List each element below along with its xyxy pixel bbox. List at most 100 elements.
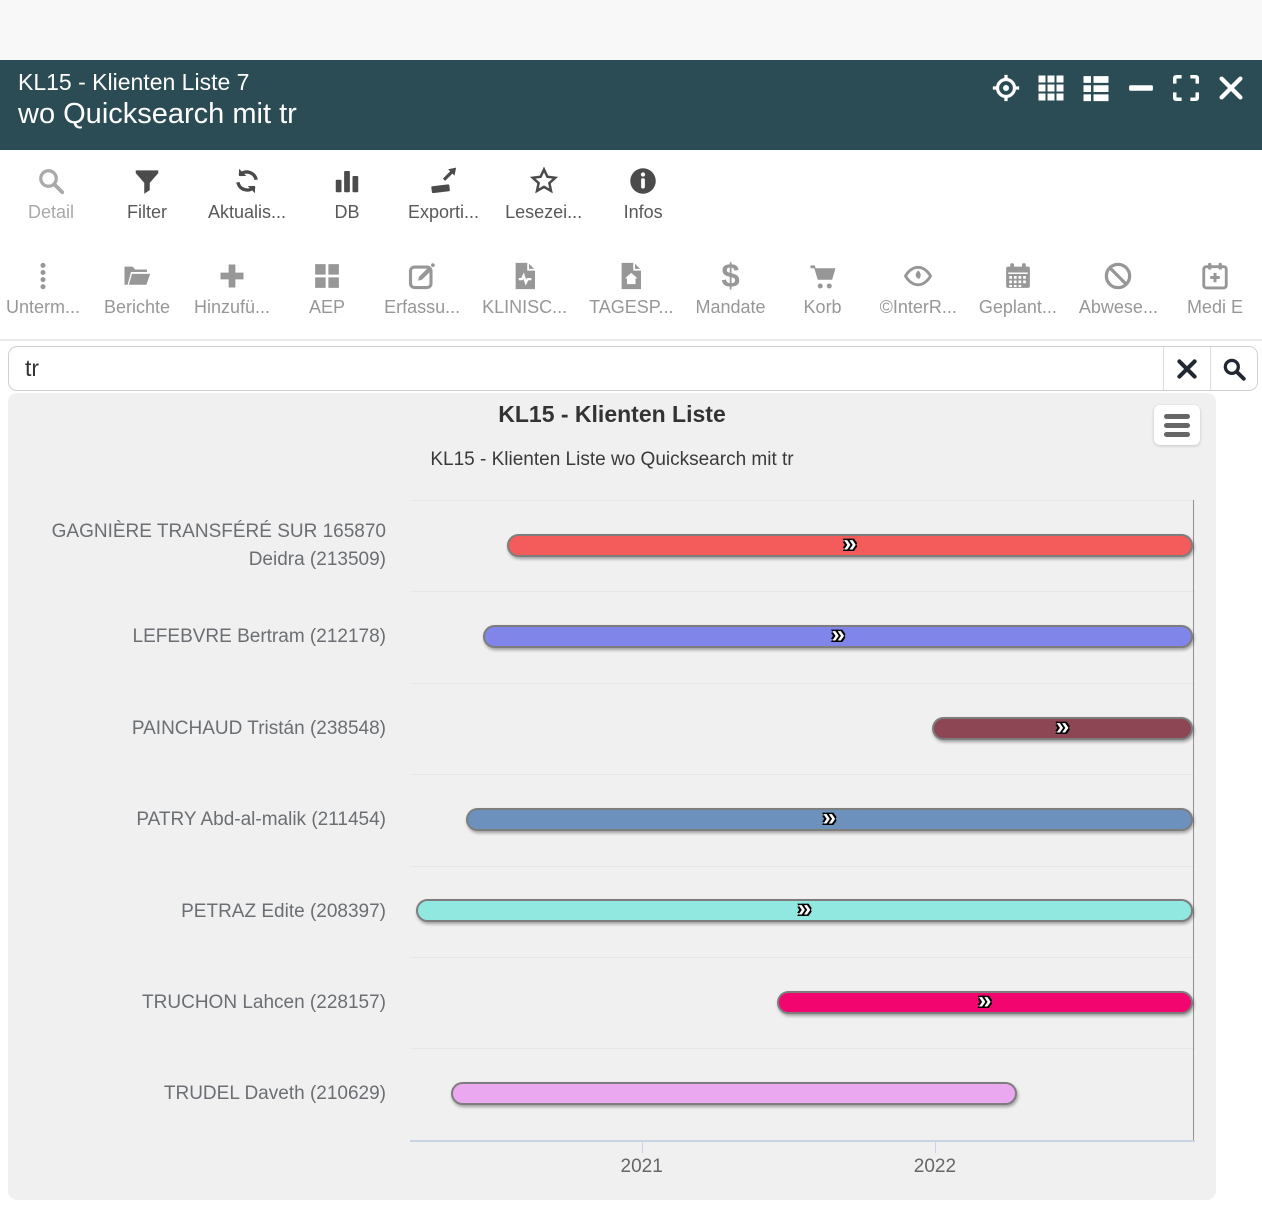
toolbar-item-label: Mandate [696,297,766,318]
maximize-icon[interactable] [1171,73,1201,103]
x-axis-tick-label: 2022 [890,1156,980,1178]
search-row [0,340,1262,394]
toolbar-item-label: KLINISC... [482,297,567,318]
calendar-plus-icon [1200,260,1230,292]
file-home-icon [616,260,646,292]
toolbar-item-berichte[interactable]: Berichte [102,260,172,318]
gridline-horizontal [410,1048,1195,1049]
clear-icon [1174,356,1200,382]
gridline-horizontal [410,591,1195,592]
toolbar-item-interr[interactable]: ©InterR... [880,260,957,318]
toolbar-item-exporti[interactable]: Exporti... [408,165,479,223]
calendar-icon [1003,260,1033,292]
toolbar-item-label: Hinzufü... [194,297,270,318]
toolbar-item-label: Geplant... [979,297,1057,318]
chart-panel: KL15 - Klienten Liste KL15 - Klienten Li… [8,393,1216,1200]
gantt-row-label: TRUDEL Daveth (210629) [8,1048,386,1139]
toolbar-item-label: DB [335,202,360,223]
toolbar-item-label: Lesezei... [505,202,582,223]
target-icon[interactable] [991,73,1021,103]
toolbar-secondary: Unterm... Berichte Hinzufü... AEP Erfassu...… [0,245,1262,340]
x-axis-tick [935,1142,936,1153]
gantt-plot: 2021 2022 GAGNIÈRE TRANSFÉRÉ SUR 165870Dei… [8,393,1216,1200]
gantt-bar[interactable] [416,899,1193,922]
gridline-horizontal [410,683,1195,684]
minimize-icon[interactable] [1126,73,1156,103]
folder-open-icon [122,260,152,292]
toolbar-item-lesezei[interactable]: Lesezei... [505,165,582,223]
bar-chart-icon [332,165,362,197]
toolbar-item-label: Berichte [104,297,170,318]
clear-search-button[interactable] [1163,347,1210,390]
toolbar-item-label: Erfassu... [384,297,460,318]
toolbar-item-tagesp[interactable]: TAGESP... [589,260,673,318]
toolbar-item-db[interactable]: DB [312,165,382,223]
gantt-bar[interactable] [451,1082,1017,1105]
gridline-horizontal [410,774,1195,775]
gantt-bar[interactable] [466,808,1193,831]
toolbar-item-label: TAGESP... [589,297,673,318]
export-icon [429,165,459,197]
eye-icon [903,260,933,292]
gantt-row-label: GAGNIÈRE TRANSFÉRÉ SUR 165870Deidra (213… [8,500,386,591]
window-controls [991,73,1246,103]
gantt-bar[interactable] [483,625,1193,648]
toolbar-item-korb[interactable]: Korb [788,260,858,318]
info-icon [628,165,658,197]
x-axis-tick-label: 2021 [597,1156,687,1178]
edit-icon [407,260,437,292]
toolbar-item-unterm[interactable]: Unterm... [6,260,80,318]
toolbar-item-medi-e[interactable]: Medi E [1180,260,1250,318]
toolbar-item-label: Filter [127,202,167,223]
toolbar-item-label: Infos [624,202,663,223]
search-group [8,346,1258,391]
toolbar-item-aktualis[interactable]: Aktualis... [208,165,286,223]
toolbar-item-label: Unterm... [6,297,80,318]
x-axis-line [410,1140,1195,1142]
toolbar-item-label: Detail [28,202,74,223]
toolbar-item-label: ©InterR... [880,297,957,318]
toolbar-item-klinisc[interactable]: KLINISC... [482,260,567,318]
gantt-row-label: PAINCHAUD Tristán (238548) [8,683,386,774]
toolbar-item-hinzuf[interactable]: Hinzufü... [194,260,270,318]
window-titlebar: KL15 - Klienten Liste 7 wo Quicksearch m… [0,60,1262,150]
plus-icon [217,260,247,292]
toolbar-item-infos[interactable]: Infos [608,165,678,223]
search-icon [1221,356,1247,382]
gantt-bar[interactable] [777,991,1193,1014]
x-axis-tick [642,1142,643,1153]
list-view-icon[interactable] [1081,73,1111,103]
toolbar-item-label: Exporti... [408,202,479,223]
gantt-row-label: LEFEBVRE Bertram (212178) [8,591,386,682]
toolbar-item-aep[interactable]: AEP [292,260,362,318]
toolbar-item-mandate[interactable]: $ Mandate [696,260,766,318]
gridline-vertical [1193,500,1194,1140]
grid4-icon [312,260,342,292]
toolbar-item-erfassu[interactable]: Erfassu... [384,260,460,318]
toolbar-item-abwese[interactable]: Abwese... [1079,260,1158,318]
ban-icon [1103,260,1133,292]
toolbar-item-label: Korb [804,297,842,318]
grid-view-icon[interactable] [1036,73,1066,103]
toolbar-item-detail[interactable]: Detail [16,165,86,223]
kebab-icon [28,260,58,292]
gantt-row-label: TRUCHON Lahcen (228157) [8,957,386,1048]
toolbar-primary: Detail Filter Aktualis... DB Exporti... Lesez… [0,150,1262,245]
submit-search-button[interactable] [1210,347,1257,390]
toolbar-item-label: Medi E [1187,297,1243,318]
toolbar-item-filter[interactable]: Filter [112,165,182,223]
star-icon [529,165,559,197]
close-icon[interactable] [1216,73,1246,103]
gantt-bar[interactable] [507,534,1193,557]
toolbar-item-geplant[interactable]: Geplant... [979,260,1057,318]
gantt-row-label: PETRAZ Edite (208397) [8,866,386,957]
magnifier-icon [36,165,66,197]
dollar-icon: $ [716,260,746,292]
gantt-row-label: PATRY Abd-al-malik (211454) [8,774,386,865]
gridline-horizontal [410,500,1195,501]
file-pulse-icon [510,260,540,292]
gantt-bar[interactable] [932,717,1193,740]
search-input[interactable] [9,347,1163,390]
funnel-icon [132,165,162,197]
toolbar-item-label: AEP [309,297,345,318]
